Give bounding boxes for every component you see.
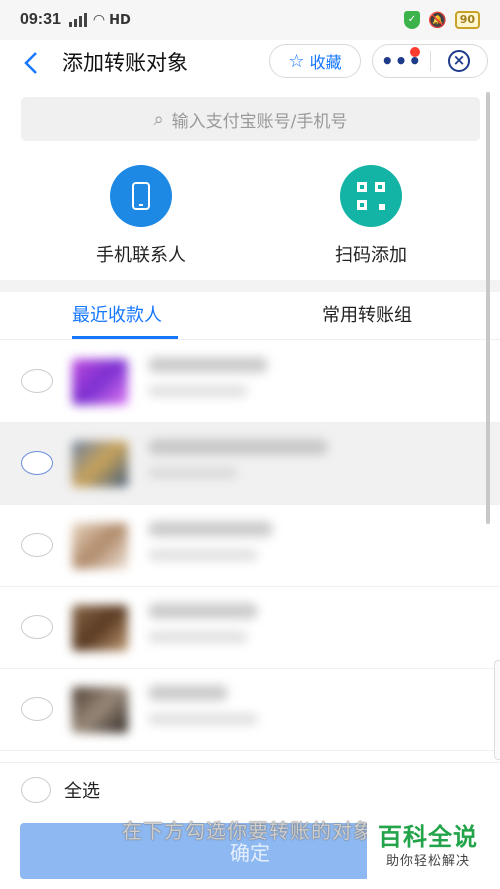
select-radio[interactable] bbox=[21, 451, 53, 475]
recipient-account bbox=[148, 631, 248, 643]
close-circle-icon: × bbox=[447, 50, 470, 72]
avatar bbox=[72, 687, 128, 733]
avatar bbox=[72, 523, 128, 569]
watermark-title: 百科全说 bbox=[378, 823, 478, 851]
watermark-logo: 百科全说 助你轻松解决 bbox=[367, 822, 489, 882]
signal-icon bbox=[68, 13, 87, 27]
search-icon: ⌕ bbox=[153, 108, 164, 130]
network-type: HD bbox=[109, 12, 131, 28]
recipient-account bbox=[148, 549, 258, 561]
phone-contacts-label: 手机联系人 bbox=[96, 245, 186, 266]
recipient-account bbox=[148, 713, 258, 725]
mute-bell-icon: 🔕 bbox=[428, 11, 447, 29]
battery-indicator: 90 bbox=[454, 11, 480, 29]
select-radio[interactable] bbox=[21, 533, 53, 557]
back-arrow-icon[interactable] bbox=[18, 46, 48, 80]
list-item[interactable] bbox=[0, 505, 500, 587]
tutorial-caption: 在下方勾选你要转账的对象 bbox=[122, 819, 374, 843]
top-nav-bar: 添加转账对象 ☆ 收藏 ••• × bbox=[0, 40, 500, 86]
status-bar: 09:31 ◠ HD ✓ 🔕 90 bbox=[0, 0, 500, 40]
favorite-label: 收藏 bbox=[309, 53, 342, 72]
list-item[interactable] bbox=[0, 341, 500, 423]
recipient-name bbox=[148, 685, 228, 701]
recipient-account bbox=[148, 385, 248, 397]
watermark-subtitle: 助你轻松解决 bbox=[385, 854, 470, 869]
more-options-icon[interactable]: ••• bbox=[373, 45, 430, 77]
security-shield-icon: ✓ bbox=[404, 11, 420, 29]
avatar bbox=[72, 605, 128, 651]
tab-recent-recipients[interactable]: 最近收款人 bbox=[72, 301, 162, 327]
search-placeholder: 输入支付宝账号/手机号 bbox=[171, 111, 348, 132]
recipient-name bbox=[148, 439, 328, 455]
notification-dot bbox=[410, 47, 420, 57]
scrollbar[interactable] bbox=[486, 92, 490, 524]
phone-contacts-button[interactable]: 手机联系人 bbox=[61, 165, 221, 267]
select-radio[interactable] bbox=[21, 615, 53, 639]
page-title: 添加转账对象 bbox=[62, 51, 188, 75]
recipient-name bbox=[148, 521, 273, 537]
recipient-list bbox=[0, 341, 500, 751]
status-time: 09:31 bbox=[20, 11, 61, 28]
favorite-button[interactable]: ☆ 收藏 bbox=[269, 44, 361, 78]
list-item[interactable] bbox=[0, 423, 500, 505]
avatar bbox=[72, 441, 128, 487]
select-all-radio[interactable] bbox=[21, 777, 51, 803]
list-item[interactable] bbox=[0, 587, 500, 669]
close-miniapp-button[interactable]: × bbox=[431, 45, 487, 77]
recipient-account bbox=[148, 467, 238, 479]
scan-add-button[interactable]: 扫码添加 bbox=[291, 165, 451, 267]
star-icon: ☆ bbox=[288, 50, 305, 72]
select-radio[interactable] bbox=[21, 697, 53, 721]
select-radio[interactable] bbox=[21, 369, 53, 393]
edge-drag-handle[interactable] bbox=[494, 660, 500, 760]
section-divider bbox=[0, 280, 500, 292]
scan-add-label: 扫码添加 bbox=[335, 245, 407, 266]
mini-app-capsule: ••• × bbox=[372, 44, 488, 78]
phone-icon bbox=[110, 165, 172, 227]
recipient-name bbox=[148, 357, 268, 373]
recipient-name bbox=[148, 603, 258, 619]
wifi-icon: ◠ bbox=[92, 12, 106, 28]
search-input[interactable]: ⌕ 输入支付宝账号/手机号 bbox=[21, 97, 480, 141]
select-all-label[interactable]: 全选 bbox=[64, 777, 100, 803]
active-tab-indicator bbox=[72, 336, 178, 339]
tab-common-groups[interactable]: 常用转账组 bbox=[322, 301, 412, 327]
qr-code-icon bbox=[340, 165, 402, 227]
recipient-tabs: 最近收款人 常用转账组 bbox=[0, 292, 500, 340]
list-item[interactable] bbox=[0, 669, 500, 751]
avatar bbox=[72, 359, 128, 405]
